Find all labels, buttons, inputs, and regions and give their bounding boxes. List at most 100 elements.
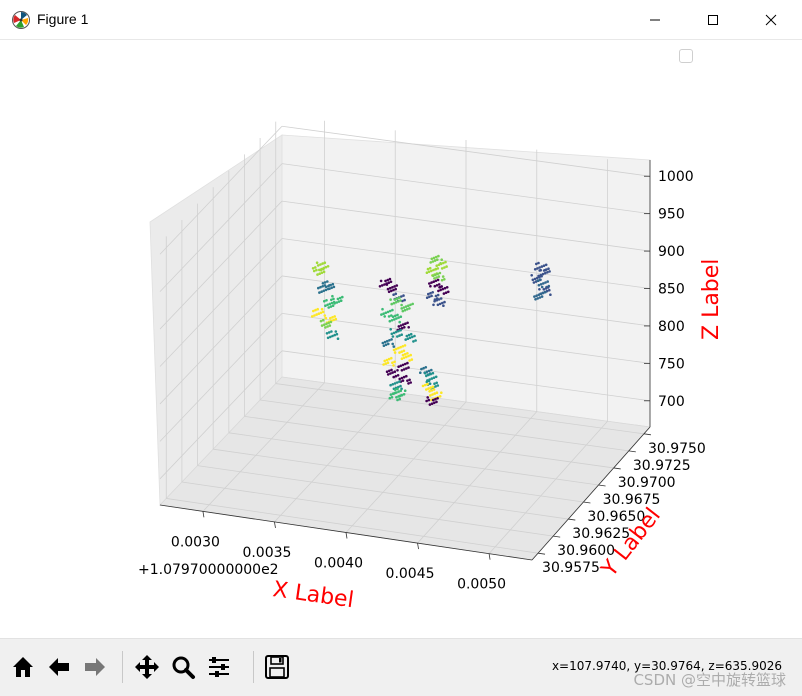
scatter-point [399,384,402,388]
x-tick-label: 0.0045 [386,566,435,582]
maximize-button[interactable] [684,0,742,39]
minimize-icon [650,19,660,20]
minimize-button[interactable] [626,0,684,39]
scatter-point [436,397,439,400]
scatter-point [406,321,409,325]
scatter-point [398,320,402,324]
scatter-point [336,337,340,341]
legend [679,49,693,63]
scatter-point [405,374,408,378]
forward-button[interactable] [79,651,111,683]
scatter-point [442,304,445,308]
watermark: CSDN @空中旋转篮球 [633,671,786,689]
scatter-point [396,387,399,391]
scatter-point [339,299,343,303]
toolbar-separator [122,651,123,683]
scatter-point [332,285,336,289]
pan-button[interactable] [131,651,163,683]
scatter-point [424,366,428,369]
scatter-point [381,307,384,311]
scatter-point [390,396,394,399]
scatter-point [440,391,443,395]
y-tick-label: 30.9675 [603,492,661,508]
back-button[interactable] [43,651,75,683]
scatter-point [443,278,446,281]
scatter-point [544,290,547,294]
scatter-point [330,330,333,333]
scatter-point [329,320,333,324]
scatter-point [445,286,449,289]
scatter-point [540,295,544,298]
z-tick-label: 1000 [658,169,694,185]
scatter-point [389,328,393,331]
scatter-point [323,284,327,287]
scatter-point [393,351,397,354]
scatter-point [434,267,438,271]
scatter-point [396,313,399,317]
x-axis-label: X Label [271,577,355,613]
scatter-point [432,303,435,307]
scatter-point [322,270,326,274]
scatter-point [410,358,414,361]
configure-subplots-icon [209,657,229,677]
zoom-button[interactable] [167,651,199,683]
toolbar-separator [253,651,254,683]
3d-scatter-plot[interactable]: 0.0030 0.0035 0.0040 0.0045 0.0050 30.9575 30… [0,40,802,638]
scatter-point [403,389,407,393]
scatter-point [548,270,551,273]
window-titlebar: Figure 1 [0,0,802,40]
home-icon [13,657,33,677]
scatter-point [537,261,540,265]
scatter-point [427,398,431,402]
scatter-point [399,328,402,332]
maximize-icon [708,14,718,25]
scatter-point [413,334,416,338]
matplotlib-logo-icon [12,11,30,29]
z-tick-label: 950 [658,207,685,223]
scatter-point [423,371,427,375]
scatter-point [389,280,393,284]
x-offset-text: +1.07970000000e2 [138,562,279,578]
scatter-point [394,292,398,296]
scatter-point [341,295,344,299]
scatter-point [315,268,318,272]
home-button[interactable] [7,651,39,683]
scatter-point [400,303,403,307]
scatter-point [406,352,409,355]
scatter-point [334,330,338,333]
scatter-point [390,356,393,360]
scatter-point [426,382,429,386]
scatter-point [437,283,441,286]
scatter-point [323,261,327,264]
scatter-point [408,307,411,310]
scatter-point [391,342,395,346]
scatter-point [428,382,432,386]
scatter-point [316,307,320,311]
scatter-point [438,395,442,398]
scatter-point [326,280,329,283]
scatter-point [394,287,398,291]
scatter-point [315,261,319,264]
configure-subplots-button[interactable] [203,651,235,683]
scatter-point [392,345,396,348]
scatter-point [441,275,445,278]
scatter-point [409,381,413,384]
scatter-point [408,378,411,382]
scatter-point [540,285,544,289]
save-button[interactable] [261,651,293,683]
z-axis-ticks: 700 750 800 850 900 950 1000 [644,169,694,410]
scatter-point [546,280,549,283]
scatter-point [399,299,402,302]
z-tick-label: 800 [658,319,685,335]
scatter-point [320,307,324,311]
scatter-point [321,310,325,314]
scatter-point [538,288,541,291]
close-button[interactable] [742,0,800,39]
figure-canvas[interactable]: 0.0030 0.0035 0.0040 0.0045 0.0050 30.9575 30… [0,40,802,638]
scatter-point [332,297,335,301]
scatter-point [386,361,390,365]
forward-arrow-icon [85,658,105,676]
scatter-point [409,332,413,336]
scatter-point [392,364,395,367]
scatter-point [430,368,433,372]
